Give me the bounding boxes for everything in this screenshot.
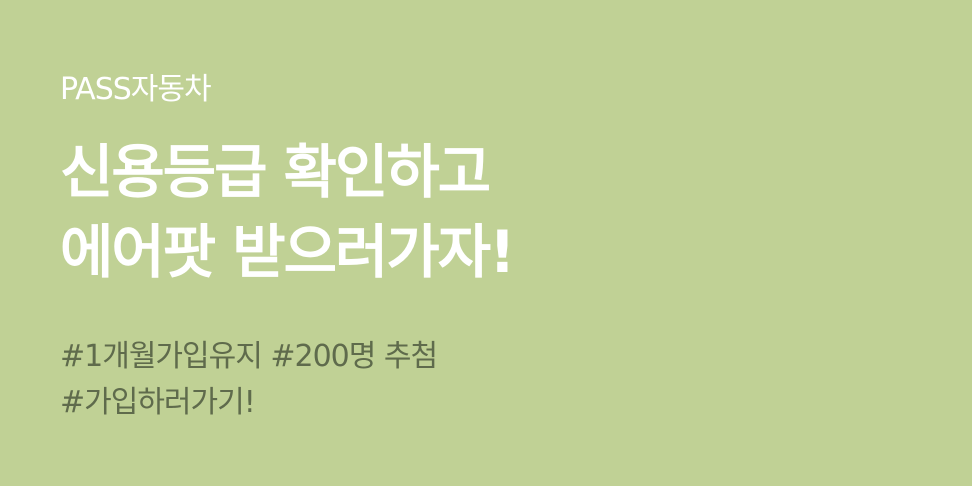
headline-line-1: 신용등급 확인하고	[60, 138, 491, 206]
hashtag-line-2: #가입하러가기!	[60, 385, 256, 420]
hashtag-line-1: #1개월가입유지 #200명 추첨	[60, 339, 438, 374]
headline-line-2: 에어팟 받으러가자!	[60, 218, 516, 286]
headline: 신용등급 확인하고 에어팟 받으러가자!	[60, 132, 516, 292]
promo-banner[interactable]: PASS자동차 신용등급 확인하고 에어팟 받으러가자! #1개월가입유지 #2…	[0, 0, 972, 486]
hashtag-block: #1개월가입유지 #200명 추첨 #가입하러가기!	[60, 334, 438, 426]
brand-label: PASS자동차	[60, 72, 212, 107]
